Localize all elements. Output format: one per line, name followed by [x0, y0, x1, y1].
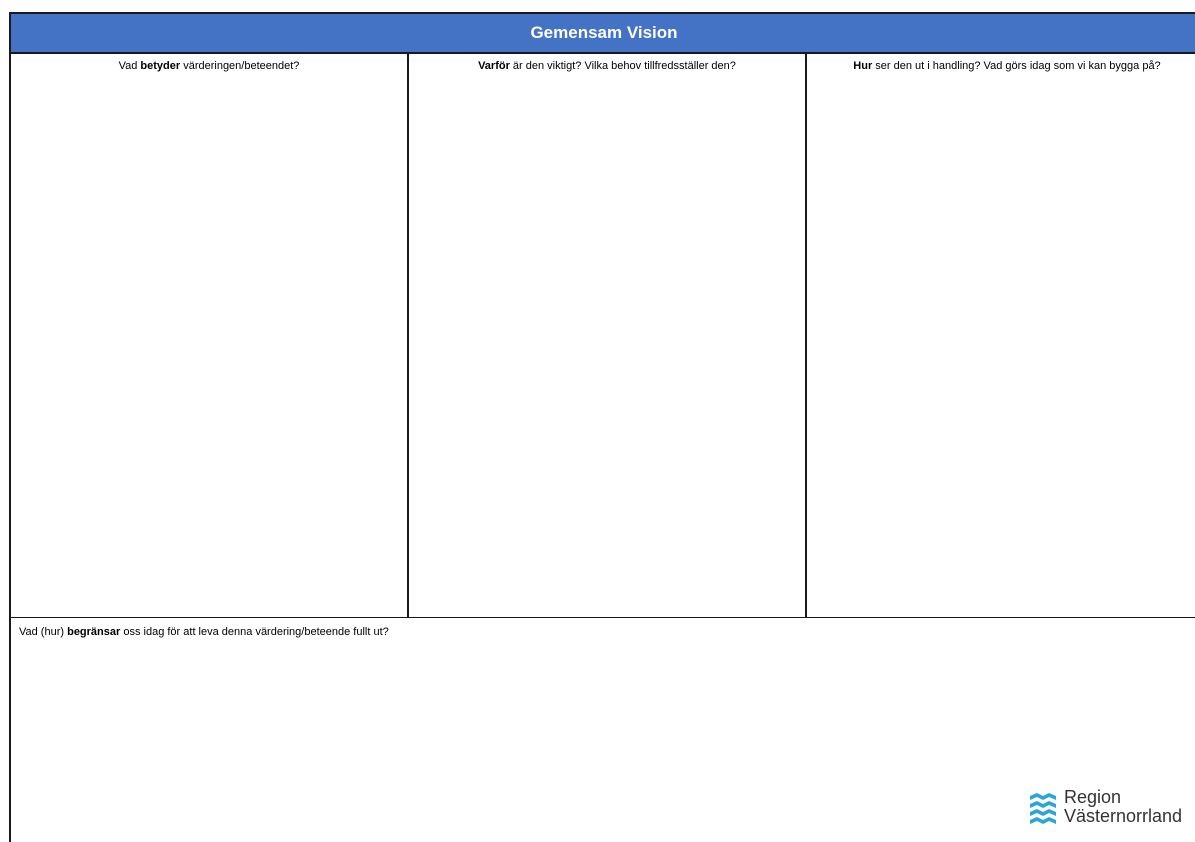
logo-line-region: Region — [1064, 787, 1122, 807]
bottom-prompt-bold: begränsar — [67, 626, 121, 638]
worksheet: Gemensam Vision Vad betyder värderingen/… — [9, 12, 1195, 842]
column-meaning-prompt-post: värderingen/beteendet? — [180, 60, 300, 72]
column-meaning-prompt-bold: betyder — [140, 60, 181, 72]
column-why-prompt-post: är den viktigt? Vilka behov tillfredsstä… — [509, 60, 736, 72]
column-how-prompt-bold: Hur — [853, 60, 873, 72]
bottom-prompt: Vad (hur) begränsar oss idag för att lev… — [19, 626, 389, 638]
column-meaning: Vad betyder värderingen/beteendet? — [11, 54, 409, 617]
column-how-prompt-post: ser den ut i handling? Vad görs idag som… — [872, 60, 1161, 72]
title-bar: Gemensam Vision — [11, 14, 1195, 54]
region-logo: Region Västernorrland — [1029, 788, 1182, 830]
bottom-prompt-pre: Vad (hur) — [19, 626, 68, 638]
waves-logo-icon — [1030, 793, 1056, 824]
logo-line-vasternorrland: Västernorrland — [1064, 806, 1183, 826]
bottom-divider — [11, 617, 1195, 618]
column-why-prompt-bold: Varför — [478, 60, 510, 72]
column-why: Varför är den viktigt? Vilka behov tillf… — [409, 54, 807, 617]
column-meaning-prompt-pre: Vad — [118, 60, 141, 72]
bottom-prompt-post: oss idag för att leva denna värdering/be… — [120, 626, 389, 638]
column-how: Hur ser den ut i handling? Vad görs idag… — [807, 54, 1195, 617]
logo-text: Region Västernorrland — [1064, 788, 1182, 826]
page-title: Gemensam Vision — [530, 23, 678, 42]
